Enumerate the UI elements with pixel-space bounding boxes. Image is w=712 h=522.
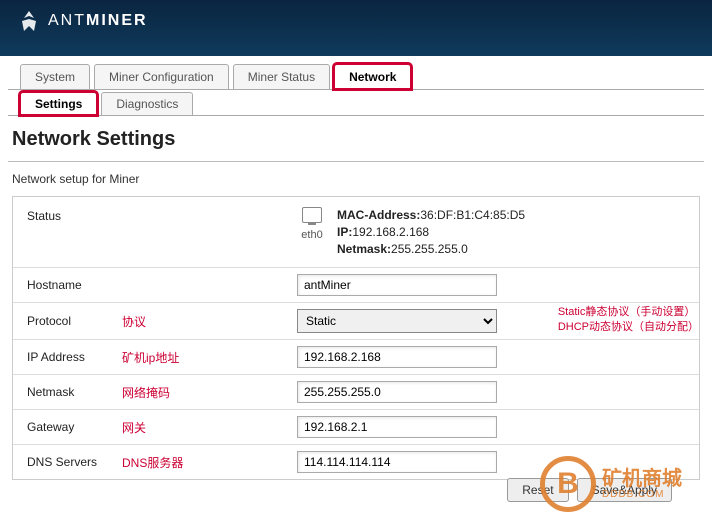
primary-tabs: System Miner Configuration Miner Status … <box>8 64 704 90</box>
protocol-side-annotation: Static静态协议（手动设置） DHCP动态协议（自动分配） <box>558 305 699 334</box>
protocol-annotation: 协议 <box>122 313 297 330</box>
settings-panel: Status eth0 MAC-Address:36:DF:B1:C4:85:D… <box>12 196 700 480</box>
row-ip: IP Address 矿机ip地址 <box>13 340 699 375</box>
row-hostname: Hostname <box>13 268 699 303</box>
tab-miner-config[interactable]: Miner Configuration <box>94 64 229 89</box>
app-logo: ANTMINER <box>14 0 148 36</box>
dns-input[interactable] <box>297 451 497 473</box>
interface-name: eth0 <box>301 229 322 241</box>
interface-icon-box: eth0 <box>287 207 337 257</box>
reset-button[interactable]: Reset <box>507 478 568 502</box>
hostname-label: Hostname <box>27 278 122 292</box>
row-dns: DNS Servers DNS服务器 <box>13 445 699 479</box>
tab-settings[interactable]: Settings <box>20 92 97 115</box>
ethernet-icon <box>302 207 322 223</box>
tab-diagnostics[interactable]: Diagnostics <box>101 92 193 115</box>
tab-network[interactable]: Network <box>334 64 411 89</box>
netmask-label: Netmask <box>27 385 122 399</box>
row-gateway: Gateway 网关 <box>13 410 699 445</box>
tab-system[interactable]: System <box>20 64 90 89</box>
ant-icon <box>14 6 44 36</box>
gateway-input[interactable] <box>297 416 497 438</box>
tab-miner-status[interactable]: Miner Status <box>233 64 330 89</box>
protocol-select[interactable]: Static <box>297 309 497 333</box>
dns-label: DNS Servers <box>27 455 122 469</box>
ip-label: IP Address <box>27 350 122 364</box>
ip-input[interactable] <box>297 346 497 368</box>
row-protocol: Protocol 协议 Static Static静态协议（手动设置） DHCP… <box>13 303 699 340</box>
hostname-input[interactable] <box>297 274 497 296</box>
main-content: System Miner Configuration Miner Status … <box>0 64 712 480</box>
protocol-label: Protocol <box>27 314 122 328</box>
gateway-label: Gateway <box>27 420 122 434</box>
ip-annotation: 矿机ip地址 <box>122 349 297 366</box>
netmask-input[interactable] <box>297 381 497 403</box>
footer-buttons: Reset Save&Apply <box>507 478 672 502</box>
gateway-annotation: 网关 <box>122 419 297 436</box>
page-subtitle: Network setup for Miner <box>8 162 704 196</box>
secondary-tabs: Settings Diagnostics <box>8 92 704 116</box>
netmask-annotation: 网络掩码 <box>122 384 297 401</box>
app-header: ANTMINER <box>0 0 712 56</box>
page-title: Network Settings <box>8 116 704 162</box>
save-apply-button[interactable]: Save&Apply <box>577 478 672 502</box>
status-details: MAC-Address:36:DF:B1:C4:85:D5 IP:192.168… <box>337 207 525 257</box>
status-label: Status <box>27 207 287 257</box>
status-row: Status eth0 MAC-Address:36:DF:B1:C4:85:D… <box>13 197 699 268</box>
dns-annotation: DNS服务器 <box>122 454 297 471</box>
row-netmask: Netmask 网络掩码 <box>13 375 699 410</box>
